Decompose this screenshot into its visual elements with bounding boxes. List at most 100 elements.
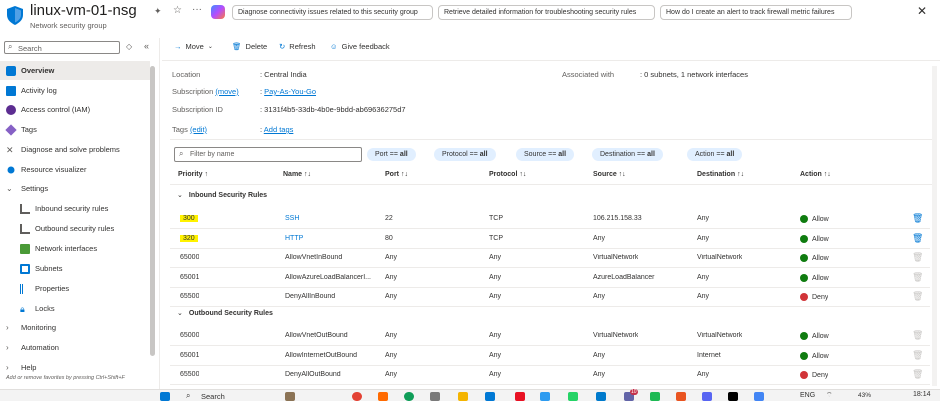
delete-rule-icon[interactable]: 🗑︎: [912, 213, 923, 224]
add-tags-link[interactable]: Add tags: [264, 125, 294, 134]
app-icon[interactable]: [515, 392, 525, 401]
filter-input[interactable]: ⌕ Filter by name: [174, 147, 362, 162]
rule-row[interactable]: 65500 DenyAllInBound Any Any Any Any Deny 🗑︎: [170, 288, 930, 308]
app-icon[interactable]: [676, 392, 686, 401]
delete-rule-icon[interactable]: 🗑︎: [912, 350, 923, 361]
rule-name[interactable]: AllowInternetOutBound: [285, 352, 357, 359]
sidebar-item-overview[interactable]: Overview: [0, 61, 150, 80]
rule-row[interactable]: 65000 AllowVnetOutBound Any Any VirtualNetwo…: [170, 327, 930, 346]
rule-name[interactable]: AllowVnetOutBound: [285, 332, 348, 339]
sidebar-item-iam[interactable]: Access control (IAM): [0, 100, 150, 119]
sidebar-item-subnets[interactable]: Subnets: [0, 259, 150, 278]
inbound-section-header[interactable]: ⌄ Inbound Security Rules: [170, 191, 930, 210]
column-header-port[interactable]: Port ↑↓: [385, 171, 408, 178]
sidebar-item-properties[interactable]: Properties: [0, 279, 150, 298]
delete-rule-icon[interactable]: 🗑︎: [912, 369, 923, 380]
rule-row[interactable]: 65001 AllowAzureLoadBalancerI... Any Any Azu…: [170, 269, 930, 288]
move-button[interactable]: → Move ⌄: [174, 42, 213, 51]
column-header-action[interactable]: Action ↑↓: [800, 171, 831, 178]
column-header-protocol[interactable]: Protocol ↑↓: [489, 171, 526, 178]
outbound-section-header[interactable]: ⌄ Outbound Security Rules: [170, 309, 930, 328]
delete-rule-icon[interactable]: 🗑︎: [912, 233, 923, 244]
rule-name[interactable]: DenyAllInBound: [285, 293, 335, 300]
vscode-icon[interactable]: [596, 392, 606, 401]
rule-row[interactable]: 65500 DenyAllOutBound Any Any Any Any Deny 🗑︎: [170, 366, 930, 386]
filter-source-pill[interactable]: Source == all: [516, 148, 575, 161]
copilot-suggestion-chip[interactable]: Retrieve detailed information for troubl…: [438, 5, 655, 20]
filter-port-pill[interactable]: Port == all: [367, 148, 416, 161]
rule-name[interactable]: AllowVnetInBound: [285, 254, 342, 261]
sidebar-item-outbound-rules[interactable]: Outbound security rules: [0, 219, 150, 238]
search-input[interactable]: Search: [18, 44, 42, 53]
app-icon[interactable]: [540, 392, 550, 401]
taskbar-search-icon[interactable]: ⌕: [186, 391, 190, 401]
filter-protocol-pill[interactable]: Protocol == all: [434, 148, 496, 161]
teams-icon[interactable]: 10: [624, 389, 638, 401]
rule-row[interactable]: 65000 AllowVnetInBound Any Any VirtualNetwor…: [170, 249, 930, 269]
collapse-sidebar-icon[interactable]: «: [144, 41, 149, 51]
rule-name[interactable]: SSH: [285, 215, 299, 222]
sidebar-item-diagnose[interactable]: ✕ Diagnose and solve problems: [0, 140, 150, 159]
whatsapp-icon[interactable]: [568, 392, 578, 401]
wifi-icon[interactable]: ⌔: [826, 391, 833, 400]
subscription-move-link[interactable]: (move): [215, 87, 238, 96]
copilot-suggestion-chip[interactable]: Diagnose connectivity issues related to …: [232, 5, 433, 20]
sidebar-item-activity-log[interactable]: Activity log: [0, 81, 150, 100]
sidebar-group-monitoring[interactable]: › Monitoring: [0, 318, 150, 337]
delete-button[interactable]: 🗑︎ Delete: [232, 42, 267, 51]
collapse-toggle-icon[interactable]: ◇: [126, 42, 132, 51]
taskbar-search-label[interactable]: Search: [201, 392, 225, 401]
file-explorer-icon[interactable]: [458, 392, 468, 401]
delete-rule-icon[interactable]: 🗑︎: [912, 252, 923, 263]
sidebar-group-settings[interactable]: ⌄ Settings: [0, 179, 150, 198]
copilot-suggestion-chip[interactable]: How do I create an alert to track firewa…: [660, 5, 852, 20]
app-icon[interactable]: [702, 392, 712, 401]
edge-icon[interactable]: [404, 392, 414, 401]
chrome-icon[interactable]: [352, 392, 362, 401]
rule-row[interactable]: 320 HTTP 80 TCP Any Any Allow 🗑︎: [170, 230, 930, 249]
sidebar-search[interactable]: ⌕ Search: [4, 41, 120, 54]
app-icon[interactable]: [650, 392, 660, 401]
main-scrollbar[interactable]: [932, 66, 937, 386]
feedback-button[interactable]: ☺ Give feedback: [330, 42, 390, 51]
clock-time[interactable]: 18:14: [913, 391, 931, 398]
sidebar-scrollbar[interactable]: [150, 66, 155, 356]
column-header-priority[interactable]: Priority ↑: [178, 171, 208, 178]
rule-name[interactable]: DenyAllOutBound: [285, 371, 341, 378]
language-indicator[interactable]: ENG: [800, 392, 815, 399]
close-button[interactable]: ✕: [917, 4, 927, 18]
sidebar-item-tags[interactable]: Tags: [0, 120, 150, 139]
rule-row[interactable]: 65001 AllowInternetOutBound Any Any Any Inter…: [170, 347, 930, 366]
terminal-icon[interactable]: [728, 392, 738, 401]
more-icon[interactable]: ···: [192, 4, 202, 15]
sidebar-group-automation[interactable]: › Automation: [0, 338, 150, 357]
subscription-link[interactable]: Pay-As-You-Go: [264, 87, 316, 96]
sidebar-item-resource-visualizer[interactable]: Resource visualizer: [0, 160, 150, 179]
sidebar-item-locks[interactable]: 🔒︎ Locks: [0, 299, 150, 318]
delete-rule-icon[interactable]: 🗑︎: [912, 330, 923, 341]
sidebar-item-network-interfaces[interactable]: Network interfaces: [0, 239, 150, 258]
pin-icon[interactable]: ✦: [154, 6, 162, 17]
delete-rule-icon[interactable]: 🗑︎: [912, 291, 923, 302]
app-icon[interactable]: [430, 392, 440, 401]
delete-rule-icon[interactable]: 🗑︎: [912, 272, 923, 283]
tags-edit-link[interactable]: (edit): [190, 125, 207, 134]
sidebar-item-inbound-rules[interactable]: Inbound security rules: [0, 199, 150, 218]
star-icon[interactable]: ☆: [173, 5, 182, 16]
app-icon[interactable]: [754, 392, 764, 401]
app-icon[interactable]: [485, 392, 495, 401]
column-header-source[interactable]: Source ↑↓: [593, 171, 626, 178]
windows-start-icon[interactable]: [160, 392, 170, 401]
rule-row[interactable]: 300 SSH 22 TCP 106.215.158.33 Any Allow 🗑︎: [170, 210, 930, 229]
column-header-destination[interactable]: Destination ↑↓: [697, 171, 744, 178]
column-header-name[interactable]: Name ↑↓: [283, 171, 311, 178]
filter-action-pill[interactable]: Action == all: [687, 148, 743, 161]
rule-name[interactable]: HTTP: [285, 235, 303, 242]
battery-level[interactable]: 43%: [858, 392, 871, 399]
brave-icon[interactable]: [378, 392, 388, 401]
rule-name[interactable]: AllowAzureLoadBalancerI...: [285, 274, 371, 281]
copilot-icon[interactable]: [211, 5, 225, 19]
widget-icon[interactable]: [285, 392, 295, 401]
filter-destination-pill[interactable]: Destination == all: [592, 148, 663, 161]
refresh-button[interactable]: ↻ Refresh: [279, 42, 316, 51]
